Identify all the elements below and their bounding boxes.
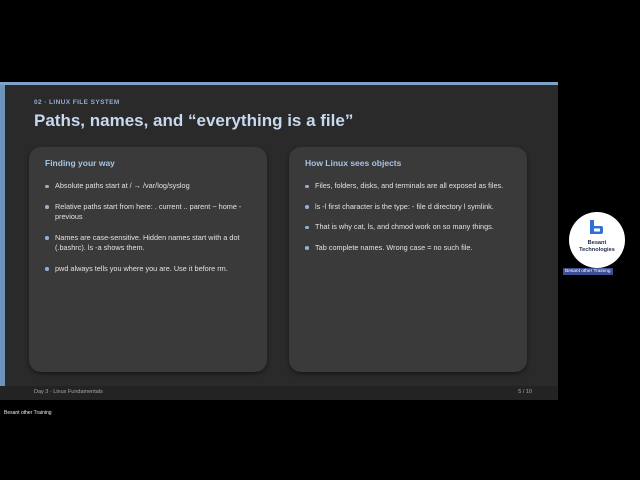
card-title: Finding your way bbox=[45, 158, 115, 168]
slide-title: Paths, names, and “everything is a file” bbox=[34, 111, 354, 130]
footer-course-label: Day 3 · Linux Fundamentals bbox=[34, 389, 103, 395]
bullet-item: ls -l first character is the type: - fil… bbox=[305, 202, 517, 213]
bullet-text: Files, folders, disks, and terminals are… bbox=[315, 181, 504, 190]
bullet-item: Absolute paths start at / → /var/log/sys… bbox=[45, 181, 257, 192]
bullet-text: ls -l first character is the type: - fil… bbox=[315, 201, 494, 211]
slide-footer: Day 3 · Linux Fundamentals 5 / 10 bbox=[0, 386, 558, 400]
bullet-text: Names are case-sensitive. Hidden names s… bbox=[55, 232, 240, 253]
logo-name-line: Technologies bbox=[579, 246, 615, 253]
presenter-caption: Besant other Training bbox=[4, 410, 52, 416]
bullet-dot-icon bbox=[45, 236, 49, 240]
besant-logo: Besant Technologies bbox=[569, 212, 625, 268]
presentation-slide: 02 · LINUX FILE SYSTEM Paths, names, and… bbox=[0, 82, 558, 400]
slide-eyebrow: 02 · LINUX FILE SYSTEM bbox=[34, 99, 120, 106]
bullet-dot-icon bbox=[305, 246, 309, 250]
logo-caption-badge: Besant other Training bbox=[563, 268, 613, 275]
besant-b-logo-icon bbox=[590, 220, 603, 234]
bullet-text: That is why cat, ls, and chmod work on s… bbox=[315, 222, 494, 232]
logo-name-line: Besant bbox=[587, 240, 607, 246]
card-title: How Linux sees objects bbox=[305, 158, 402, 168]
bullet-item: Files, folders, disks, and terminals are… bbox=[305, 181, 517, 192]
bullet-item: Relative paths start from here: . curren… bbox=[45, 202, 257, 223]
bullet-dot-icon bbox=[45, 205, 49, 209]
bullet-item: Tab complete names. Wrong case = no such… bbox=[305, 243, 517, 254]
logo-brand-name: Besant Technologies bbox=[569, 240, 625, 254]
bullet-dot-icon bbox=[45, 184, 49, 188]
bullet-item: pwd always tells you where you are. Use … bbox=[45, 264, 257, 275]
bullet-text: Absolute paths start at / → /var/log/sys… bbox=[55, 181, 190, 190]
bullet-list: Files, folders, disks, and terminals are… bbox=[305, 181, 517, 263]
slide-page-number: 5 / 10 bbox=[518, 389, 532, 395]
bullet-dot-icon bbox=[45, 267, 49, 271]
bullet-dot-icon bbox=[305, 225, 309, 230]
bullet-item: That is why cat, ls, and chmod work on s… bbox=[305, 222, 517, 233]
bullet-text: Relative paths start from here: . curren… bbox=[55, 201, 242, 222]
slide-accent-bar bbox=[0, 85, 5, 400]
bullet-dot-icon bbox=[305, 205, 309, 209]
card-how-linux-sees-objects: How Linux sees objects Files, folders, d… bbox=[289, 147, 527, 372]
bullet-text: Tab complete names. Wrong case = no such… bbox=[315, 242, 473, 252]
bullet-list: Absolute paths start at / → /var/log/sys… bbox=[45, 181, 257, 285]
bullet-item: Names are case-sensitive. Hidden names s… bbox=[45, 233, 257, 254]
bullet-dot-icon bbox=[305, 184, 309, 188]
bullet-text: pwd always tells you where you are. Use … bbox=[55, 263, 228, 273]
card-finding-your-way: Finding your way Absolute paths start at… bbox=[29, 147, 267, 372]
